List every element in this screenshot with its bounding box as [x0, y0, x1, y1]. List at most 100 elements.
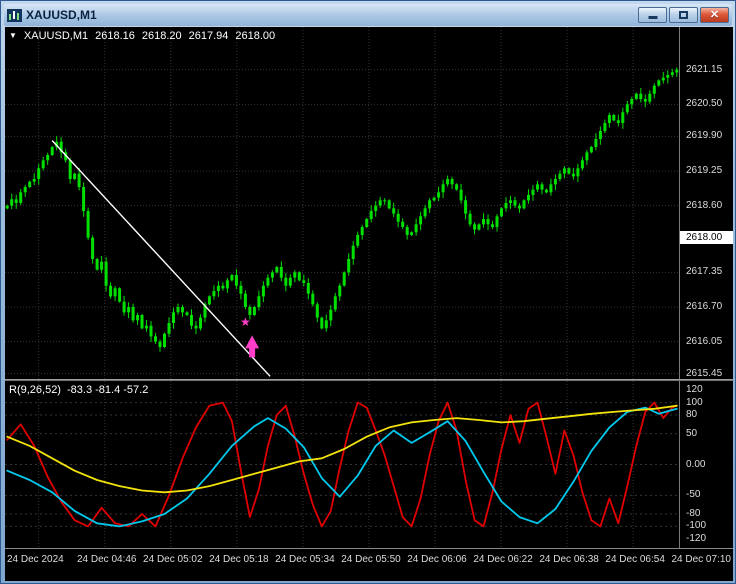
- candle-body: [369, 211, 373, 219]
- candle-body: [634, 93, 638, 99]
- candle-body: [100, 261, 104, 270]
- candle-body: [419, 216, 423, 225]
- candle-body: [459, 189, 463, 201]
- time-axis[interactable]: 24 Dec 2024 24 Dec 04:46 24 Dec 05:02 24 De…: [5, 549, 733, 581]
- window-title: XAUUSD,M1: [26, 8, 97, 22]
- candle-body: [158, 341, 162, 347]
- candle-body: [491, 224, 494, 227]
- candle-body: [154, 336, 157, 342]
- price-axis-label: 2619.25: [686, 165, 723, 176]
- candle-body: [333, 296, 337, 310]
- minimize-button[interactable]: [638, 7, 667, 23]
- maximize-button[interactable]: [669, 7, 698, 23]
- candle-body: [518, 205, 521, 209]
- indicator-values: -83.3 -81.4 -57.2: [66, 384, 149, 396]
- candle-body: [549, 184, 553, 193]
- star-marker[interactable]: ★: [240, 315, 251, 329]
- candle-body: [216, 285, 220, 291]
- price-axis[interactable]: 2618.00 2621.15 2620.50 2619.90 2619.25 2618…: [679, 27, 733, 379]
- maximize-icon: [679, 11, 688, 19]
- time-axis-label: 24 Dec 05:34: [275, 554, 335, 565]
- oscillator-line-slow-yellow: [6, 404, 678, 494]
- price-axis-label: 2617.35: [686, 266, 723, 278]
- candle-body: [190, 315, 193, 326]
- candle-body: [140, 315, 144, 329]
- candle-body: [293, 272, 297, 278]
- candle-body: [500, 208, 503, 217]
- candle-body: [37, 168, 41, 179]
- indicator-axis[interactable]: 120 100 80 50 0.00 -50 -80 -100 -120: [679, 381, 733, 548]
- chart-icon: [7, 8, 22, 22]
- indicator-name: R(9,26,52): [9, 384, 61, 396]
- candle-body: [661, 77, 665, 81]
- candle-body: [243, 293, 247, 307]
- time-axis-label: 24 Dec 06:54: [605, 554, 665, 565]
- candle-body: [167, 323, 171, 334]
- quote-info-line: ▼ XAUUSD,M1 2618.16 2618.20 2617.94 2618…: [9, 30, 275, 42]
- candle-body: [239, 285, 243, 294]
- candle-body: [234, 275, 238, 286]
- candle-body: [95, 259, 99, 270]
- time-axis-label: 24 Dec 06:38: [539, 554, 599, 565]
- candle-body: [248, 307, 252, 315]
- candle-body: [625, 104, 629, 113]
- candle-body: [670, 72, 674, 75]
- candle-body: [450, 179, 454, 185]
- price-axis-label: 2615.45: [686, 367, 723, 379]
- candle-body: [482, 219, 485, 225]
- chart-client-area: ★ ▼ XAUUSD,M1 2618.16 2618.20 2617.94 26…: [5, 27, 733, 581]
- indicator-axis-label: 100: [686, 396, 703, 408]
- time-axis-label: 24 Dec 2024: [7, 554, 64, 565]
- candle-body: [32, 179, 36, 182]
- candle-body: [163, 333, 166, 347]
- candle-body: [580, 160, 584, 169]
- candle-body: [648, 93, 652, 102]
- candle-body: [230, 275, 234, 281]
- time-axis-label: 24 Dec 06:22: [473, 554, 533, 565]
- price-axis-label: 2621.15: [686, 63, 723, 75]
- symbol-dropdown-icon[interactable]: ▼: [9, 32, 17, 40]
- candle-body: [68, 160, 72, 179]
- candle-body: [486, 219, 490, 225]
- price-axis-label: 2618.60: [686, 199, 723, 211]
- candle-body: [666, 75, 670, 78]
- candle-body: [567, 168, 571, 174]
- candle-body: [145, 325, 148, 329]
- candle-body: [527, 195, 530, 201]
- price-axis-label: 2620.50: [686, 98, 723, 110]
- candle-body: [347, 259, 351, 273]
- close-button[interactable]: ✕: [700, 7, 729, 23]
- candle-body: [356, 235, 360, 246]
- time-axis-label: 24 Dec 05:50: [341, 554, 401, 565]
- candle-body: [540, 184, 544, 190]
- candle-body: [495, 216, 499, 227]
- main-chart-canvas[interactable]: ★: [5, 27, 679, 379]
- candle-body: [279, 267, 283, 278]
- candle-body: [113, 288, 117, 297]
- candle-body: [104, 261, 108, 286]
- candle-body: [199, 317, 202, 329]
- indicator-axis-label: 80: [686, 409, 698, 421]
- candle-body: [473, 224, 477, 230]
- window-titlebar[interactable]: XAUUSD,M1 ✕: [4, 4, 732, 26]
- candle-body: [616, 120, 620, 123]
- candle-body: [109, 285, 113, 297]
- indicator-axis-label: 0.00: [686, 458, 706, 470]
- candle-body: [585, 152, 589, 161]
- trend-line[interactable]: [51, 140, 271, 377]
- candle-body: [621, 112, 625, 123]
- candle-body: [589, 147, 593, 153]
- candle-body: [5, 205, 9, 209]
- time-axis-label: 24 Dec 05:18: [209, 554, 269, 565]
- candle-body: [19, 192, 23, 203]
- candle-body: [571, 173, 575, 177]
- candle-body: [536, 184, 539, 190]
- candle-body: [374, 205, 378, 211]
- time-axis-label: 24 Dec 05:02: [143, 554, 203, 565]
- arrow-up-marker[interactable]: [245, 335, 260, 358]
- candle-body: [306, 283, 310, 294]
- candle-body: [594, 139, 598, 147]
- candle-body: [73, 173, 77, 179]
- indicator-canvas[interactable]: [5, 381, 679, 548]
- candle-body: [423, 208, 427, 217]
